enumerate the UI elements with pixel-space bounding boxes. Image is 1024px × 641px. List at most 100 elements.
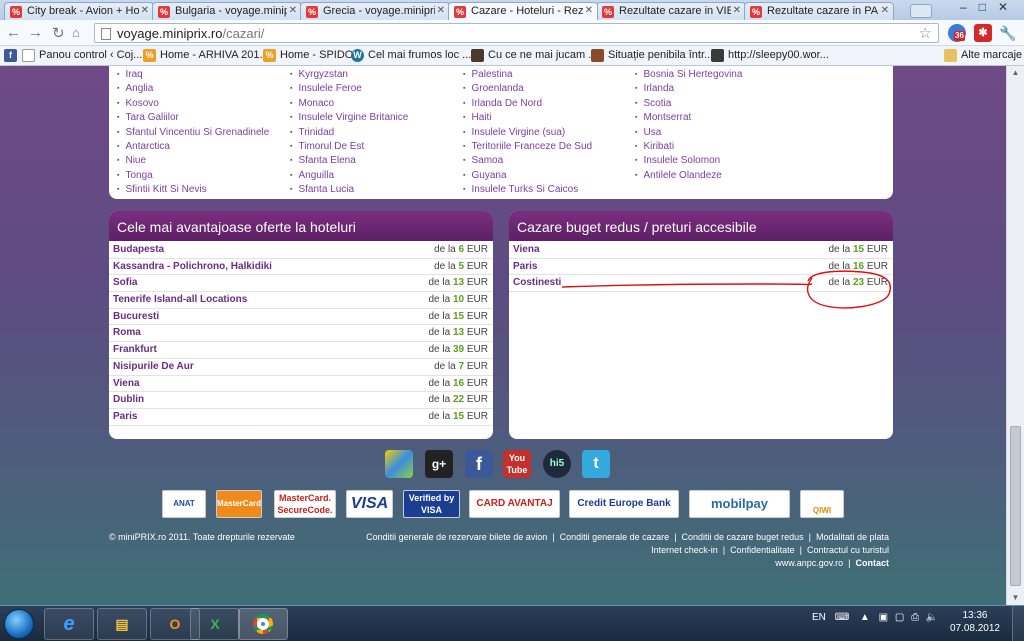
country-link[interactable]: Trinidad [290,126,408,140]
offer-city-link[interactable]: Paris [113,411,137,422]
facebook-icon[interactable]: f [465,450,493,478]
country-link[interactable]: Timorul De Est [290,140,408,154]
bookmark-item[interactable]: % Home - SPIDO [263,49,353,62]
offer-city-link[interactable]: Dublin [113,394,144,405]
country-link[interactable]: Niue [117,154,269,168]
country-link[interactable]: Sfanta Lucia [290,183,408,197]
footer-link[interactable]: www.anpc.gov.ro [775,558,843,568]
country-link[interactable]: Guyana [463,169,592,183]
close-window-icon[interactable]: ✕ [998,0,1020,14]
country-link[interactable]: Antilele Olandeze [635,169,742,183]
offer-city-link[interactable]: Kassandra - Polichrono, Halkidiki [113,261,272,272]
youtube-icon[interactable]: You Tube [503,450,531,478]
start-button[interactable] [4,609,34,639]
country-link[interactable]: Sfantul Vincentiu Si Grenadinele [117,126,269,140]
offer-row[interactable]: Dublin de la 22 EUR [109,392,493,409]
keyboard-icon[interactable]: ⌨ [835,612,849,623]
country-link[interactable]: Montserrat [635,111,742,125]
close-icon[interactable]: ✕ [733,5,741,16]
offer-row[interactable]: Tenerife Island-all Locations de la 10 EU… [109,292,493,309]
bookmark-item[interactable]: Situație penibila într... [591,49,713,62]
tab-city-break[interactable]: % City break - Avion + Hote ✕ [4,2,154,20]
country-link[interactable]: Kosovo [117,97,269,111]
google-plus-icon[interactable]: g+ [425,450,453,478]
tray-app-icon[interactable]: ▢ [895,612,904,623]
offer-row[interactable]: Paris de la 15 EUR [109,409,493,426]
country-link[interactable]: Antarctica [117,140,269,154]
footer-link[interactable]: Internet check-in [651,545,718,555]
offer-city-link[interactable]: Frankfurt [113,344,157,355]
footer-link[interactable]: Contractul cu turistul [807,545,889,555]
offer-row[interactable]: Viena de la 16 EUR [109,376,493,393]
clock[interactable]: 13:36 07.08.2012 [950,609,1000,635]
offer-row[interactable]: Roma de la 13 EUR [109,325,493,343]
tab-paris[interactable]: % Rezultate cazare in PARIS ✕ [744,2,894,20]
country-link[interactable]: Samoa [463,154,592,168]
country-link[interactable]: Sfanta Elena [290,154,408,168]
tray-app-icon[interactable]: ▣ [879,612,888,623]
country-link[interactable]: Insulele Feroe [290,82,408,96]
country-link[interactable]: Usa [635,126,742,140]
tab-cazare[interactable]: % Cazare - Hoteluri - Rezerv ✕ [448,2,598,20]
offer-row[interactable]: Budapesta de la 6 EUR [109,242,493,259]
country-link[interactable]: Bosnia Si Hertegovina [635,68,742,82]
country-link[interactable]: Haiti [463,111,592,125]
offer-row[interactable]: Kassandra - Polichrono, Halkidiki de la 5… [109,259,493,276]
scrollbar-thumb[interactable] [1010,426,1021,586]
bookmark-item[interactable]: W Cel mai frumos loc ... [351,49,471,62]
offer-city-link[interactable]: Nisipurile De Aur [113,361,194,372]
tray-expand-icon[interactable]: ▲ [860,612,870,623]
country-link[interactable]: Irlanda De Nord [463,97,592,111]
offer-row[interactable]: Sofia de la 13 EUR [109,275,493,293]
country-link[interactable]: Irlanda [635,82,742,96]
footer-link[interactable]: Modalitati de plata [816,532,889,542]
country-link[interactable]: Tonga [117,169,269,183]
delicious-icon[interactable] [385,450,413,478]
offer-city-link[interactable]: Viena [513,244,540,255]
minimize-icon[interactable]: – [960,0,979,14]
country-link[interactable]: Iraq [117,68,269,82]
close-icon[interactable]: ✕ [141,5,149,16]
country-link[interactable]: Anguilla [290,169,408,183]
offer-city-link[interactable]: Roma [113,327,141,338]
new-tab-button[interactable] [910,4,932,18]
chrome-icon[interactable] [238,608,288,640]
country-link[interactable]: Anglia [117,82,269,96]
country-link[interactable]: Tara Galiilor [117,111,269,125]
footer-link[interactable]: Confidentialitate [730,545,795,555]
close-icon[interactable]: ✕ [881,5,889,16]
footer-link[interactable]: Conditii generale de cazare [560,532,670,542]
contact-link[interactable]: Contact [856,558,890,568]
bookmark-item[interactable]: % Home - ARHIVA 201... [143,49,269,62]
internet-explorer-icon[interactable]: e [44,608,94,640]
country-link[interactable]: Monaco [290,97,408,111]
country-link[interactable]: Kyrgyzstan [290,68,408,82]
country-link[interactable]: Groenlanda [463,82,592,96]
folder-explorer-icon[interactable]: ▤ [97,608,147,640]
country-link[interactable]: Insulele Solomon [635,154,742,168]
country-link[interactable]: Teritoriile Franceze De Sud [463,140,592,154]
hi5-icon[interactable]: hi5 [543,450,571,478]
forward-arrow-icon[interactable]: → [28,24,43,41]
extension-icon[interactable]: 36 [948,24,966,42]
twitter-icon[interactable]: t [582,450,610,478]
offer-city-link[interactable]: Paris [513,261,537,272]
show-desktop-button[interactable] [1012,606,1024,641]
reload-icon[interactable]: ↻ [52,24,65,42]
offer-city-link[interactable]: Costinesti [513,277,561,288]
offer-row[interactable]: Nisipurile De Aur de la 7 EUR [109,359,493,376]
offer-row[interactable]: Costinesti de la 23 EUR [509,275,893,293]
back-arrow-icon[interactable]: ← [6,24,21,41]
tab-viena[interactable]: % Rezultate cazare in VIENA ✕ [596,2,746,20]
bookmark-item[interactable]: Panou control ‹ Coj... [22,49,142,62]
maximize-icon[interactable]: □ [979,0,998,14]
close-icon[interactable]: ✕ [585,5,593,16]
offer-city-link[interactable]: Sofia [113,277,137,288]
language-indicator[interactable]: EN [812,612,826,623]
country-link[interactable]: Insulele Turks Si Caicos [463,183,592,197]
country-link[interactable]: Scotia [635,97,742,111]
scroll-up-icon[interactable]: ▲ [1007,66,1024,80]
close-icon[interactable]: ✕ [437,5,445,16]
lastpass-extension-icon[interactable]: ✱ [974,24,992,42]
country-link[interactable]: Insulele Virgine Britanice [290,111,408,125]
